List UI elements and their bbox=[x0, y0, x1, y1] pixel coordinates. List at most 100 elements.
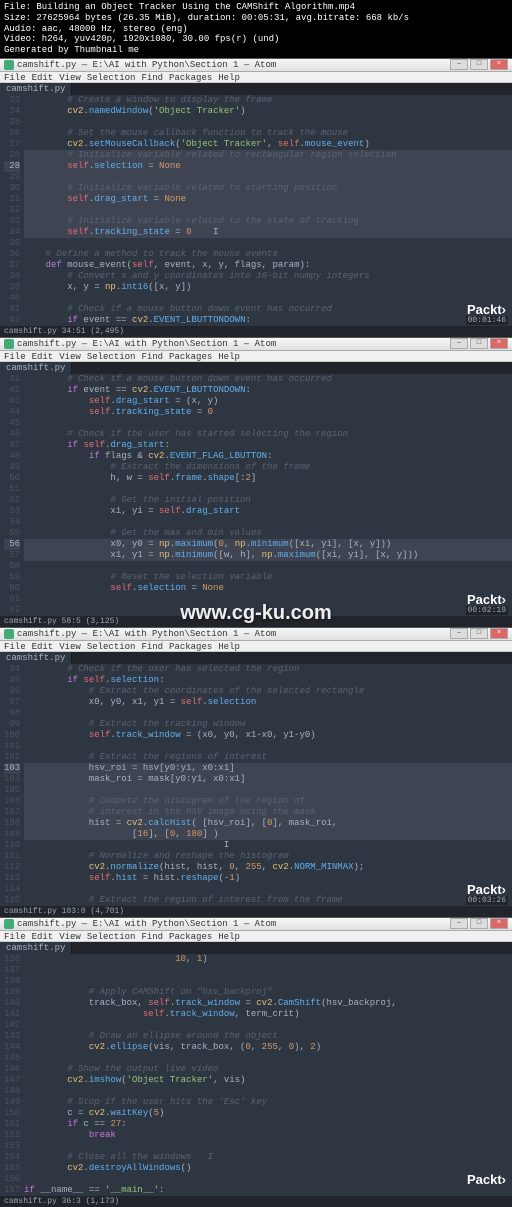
code-line[interactable]: cv2.normalize(hist, hist, 0, 255, cv2.NO… bbox=[24, 862, 512, 873]
code-line[interactable] bbox=[24, 205, 512, 216]
code-line[interactable]: # Get the max and min values bbox=[24, 528, 512, 539]
code-line[interactable] bbox=[24, 965, 512, 976]
close-button[interactable]: × bbox=[490, 918, 508, 929]
code-area[interactable]: 9495969798991001011021031041051061071081… bbox=[0, 664, 512, 906]
code-content[interactable]: 10, 1) # Apply CAMShift on "hsv_backproj… bbox=[24, 954, 512, 1196]
code-line[interactable]: cv2.destroyAllWindows() bbox=[24, 1163, 512, 1174]
code-line[interactable]: if self.drag_start: bbox=[24, 440, 512, 451]
menu-help[interactable]: Help bbox=[218, 352, 240, 360]
maximize-button[interactable]: □ bbox=[470, 338, 488, 349]
minimize-button[interactable]: – bbox=[450, 918, 468, 929]
code-line[interactable] bbox=[24, 1020, 512, 1031]
code-line[interactable]: c = cv2.waitKey(5) bbox=[24, 1108, 512, 1119]
menu-edit[interactable]: Edit bbox=[32, 642, 54, 650]
code-line[interactable]: cv2.namedWindow('Object Tracker') bbox=[24, 106, 512, 117]
minimize-button[interactable]: – bbox=[450, 628, 468, 639]
code-line[interactable]: # Reset the selection variable bbox=[24, 572, 512, 583]
menu-find[interactable]: Find bbox=[141, 352, 163, 360]
menu-selection[interactable]: Selection bbox=[87, 932, 136, 940]
menu-find[interactable]: Find bbox=[141, 642, 163, 650]
close-button[interactable]: × bbox=[490, 59, 508, 70]
code-line[interactable] bbox=[24, 1141, 512, 1152]
code-line[interactable]: # Extract the regions of interest bbox=[24, 752, 512, 763]
code-line[interactable] bbox=[24, 1086, 512, 1097]
code-line[interactable]: self.selection = None bbox=[24, 583, 512, 594]
code-line[interactable]: # Check if a mouse button down event has… bbox=[24, 374, 512, 385]
code-line[interactable] bbox=[24, 976, 512, 987]
code-line[interactable]: self.track_window, term_crit) bbox=[24, 1009, 512, 1020]
code-line[interactable] bbox=[24, 517, 512, 528]
code-line[interactable] bbox=[24, 293, 512, 304]
tab-camshift[interactable]: camshift.py bbox=[0, 362, 72, 374]
code-content[interactable]: # Check if the user has selected the reg… bbox=[24, 664, 512, 906]
code-line[interactable]: break bbox=[24, 1130, 512, 1141]
menu-view[interactable]: View bbox=[59, 642, 81, 650]
code-line[interactable]: x, y = np.int16([x, y]) bbox=[24, 282, 512, 293]
code-line[interactable]: # Create a window to display the frame bbox=[24, 95, 512, 106]
code-line[interactable]: # Stop if the user hits the 'Esc' key bbox=[24, 1097, 512, 1108]
code-line[interactable] bbox=[24, 708, 512, 719]
code-line[interactable] bbox=[24, 418, 512, 429]
code-line[interactable]: # Check if the user has started selectin… bbox=[24, 429, 512, 440]
code-line[interactable]: mask_roi = mask[y0:y1, x0:x1] bbox=[24, 774, 512, 785]
menu-selection[interactable]: Selection bbox=[87, 73, 136, 81]
code-line[interactable]: # Initialize variable related to rectang… bbox=[24, 150, 512, 161]
code-line[interactable]: if c == 27: bbox=[24, 1119, 512, 1130]
maximize-button[interactable]: □ bbox=[470, 628, 488, 639]
code-line[interactable]: x0, y0, x1, y1 = self.selection bbox=[24, 697, 512, 708]
maximize-button[interactable]: □ bbox=[470, 59, 488, 70]
code-line[interactable]: 10, 1) bbox=[24, 954, 512, 965]
code-line[interactable]: track_box, self.track_window = cv2.CamSh… bbox=[24, 998, 512, 1009]
minimize-button[interactable]: – bbox=[450, 59, 468, 70]
code-line[interactable]: hsv_roi = hsv[y0:y1, x0:x1] bbox=[24, 763, 512, 774]
code-line[interactable]: # Normalize and reshape the histogram bbox=[24, 851, 512, 862]
menu-edit[interactable]: Edit bbox=[32, 352, 54, 360]
menu-packages[interactable]: Packages bbox=[169, 73, 212, 81]
close-button[interactable]: × bbox=[490, 628, 508, 639]
menu-file[interactable]: File bbox=[4, 642, 26, 650]
code-line[interactable]: # Set the mouse callback function to tra… bbox=[24, 128, 512, 139]
code-line[interactable]: if __name__ == '__main__': bbox=[24, 1185, 512, 1196]
menu-find[interactable]: Find bbox=[141, 932, 163, 940]
code-line[interactable]: self.tracking_state = 0 I bbox=[24, 227, 512, 238]
code-line[interactable]: xi, yi = self.drag_start bbox=[24, 506, 512, 517]
code-line[interactable]: cv2.ellipse(vis, track_box, (0, 255, 0),… bbox=[24, 1042, 512, 1053]
code-line[interactable]: if event == cv2.EVENT_LBUTTONDOWN: bbox=[24, 385, 512, 396]
menu-packages[interactable]: Packages bbox=[169, 932, 212, 940]
code-line[interactable]: # Apply CAMShift on "hsv_backproj" bbox=[24, 987, 512, 998]
code-line[interactable]: hist = cv2.calcHist( [hsv_roi], [0], mas… bbox=[24, 818, 512, 829]
menu-selection[interactable]: Selection bbox=[87, 642, 136, 650]
code-line[interactable]: # Draw an ellipse around the object bbox=[24, 1031, 512, 1042]
code-area[interactable]: 1361371381391401411421431441451461471481… bbox=[0, 954, 512, 1196]
code-line[interactable]: # Close all the windows I bbox=[24, 1152, 512, 1163]
code-line[interactable]: if event == cv2.EVENT_LBUTTONDOWN: bbox=[24, 315, 512, 326]
code-line[interactable] bbox=[24, 741, 512, 752]
code-line[interactable]: # Define a method to track the mouse eve… bbox=[24, 249, 512, 260]
code-line[interactable] bbox=[24, 785, 512, 796]
code-line[interactable]: if self.selection: bbox=[24, 675, 512, 686]
code-line[interactable]: self.hist = hist.reshape(-1) bbox=[24, 873, 512, 884]
menu-help[interactable]: Help bbox=[218, 73, 240, 81]
code-line[interactable]: [16], [0, 180] ) bbox=[24, 829, 512, 840]
menu-packages[interactable]: Packages bbox=[169, 352, 212, 360]
menu-edit[interactable]: Edit bbox=[32, 932, 54, 940]
menu-file[interactable]: File bbox=[4, 73, 26, 81]
code-line[interactable]: # Initialize variable related to startin… bbox=[24, 183, 512, 194]
code-area[interactable]: 2324252627282829303132333435363738394041… bbox=[0, 95, 512, 326]
menu-help[interactable]: Help bbox=[218, 642, 240, 650]
code-line[interactable]: self.drag_start = None bbox=[24, 194, 512, 205]
code-line[interactable]: # Initialize variable related to the sta… bbox=[24, 216, 512, 227]
code-line[interactable]: self.selection = None bbox=[24, 161, 512, 172]
tab-camshift[interactable]: camshift.py bbox=[0, 83, 72, 95]
code-line[interactable] bbox=[24, 484, 512, 495]
menu-file[interactable]: File bbox=[4, 932, 26, 940]
code-line[interactable]: # Extract the region of interest from th… bbox=[24, 895, 512, 906]
code-line[interactable]: # Get the initial position bbox=[24, 495, 512, 506]
maximize-button[interactable]: □ bbox=[470, 918, 488, 929]
menu-view[interactable]: View bbox=[59, 932, 81, 940]
code-line[interactable] bbox=[24, 561, 512, 572]
minimize-button[interactable]: – bbox=[450, 338, 468, 349]
close-button[interactable]: × bbox=[490, 338, 508, 349]
menu-view[interactable]: View bbox=[59, 73, 81, 81]
code-line[interactable]: # Check if a mouse button down event has… bbox=[24, 304, 512, 315]
